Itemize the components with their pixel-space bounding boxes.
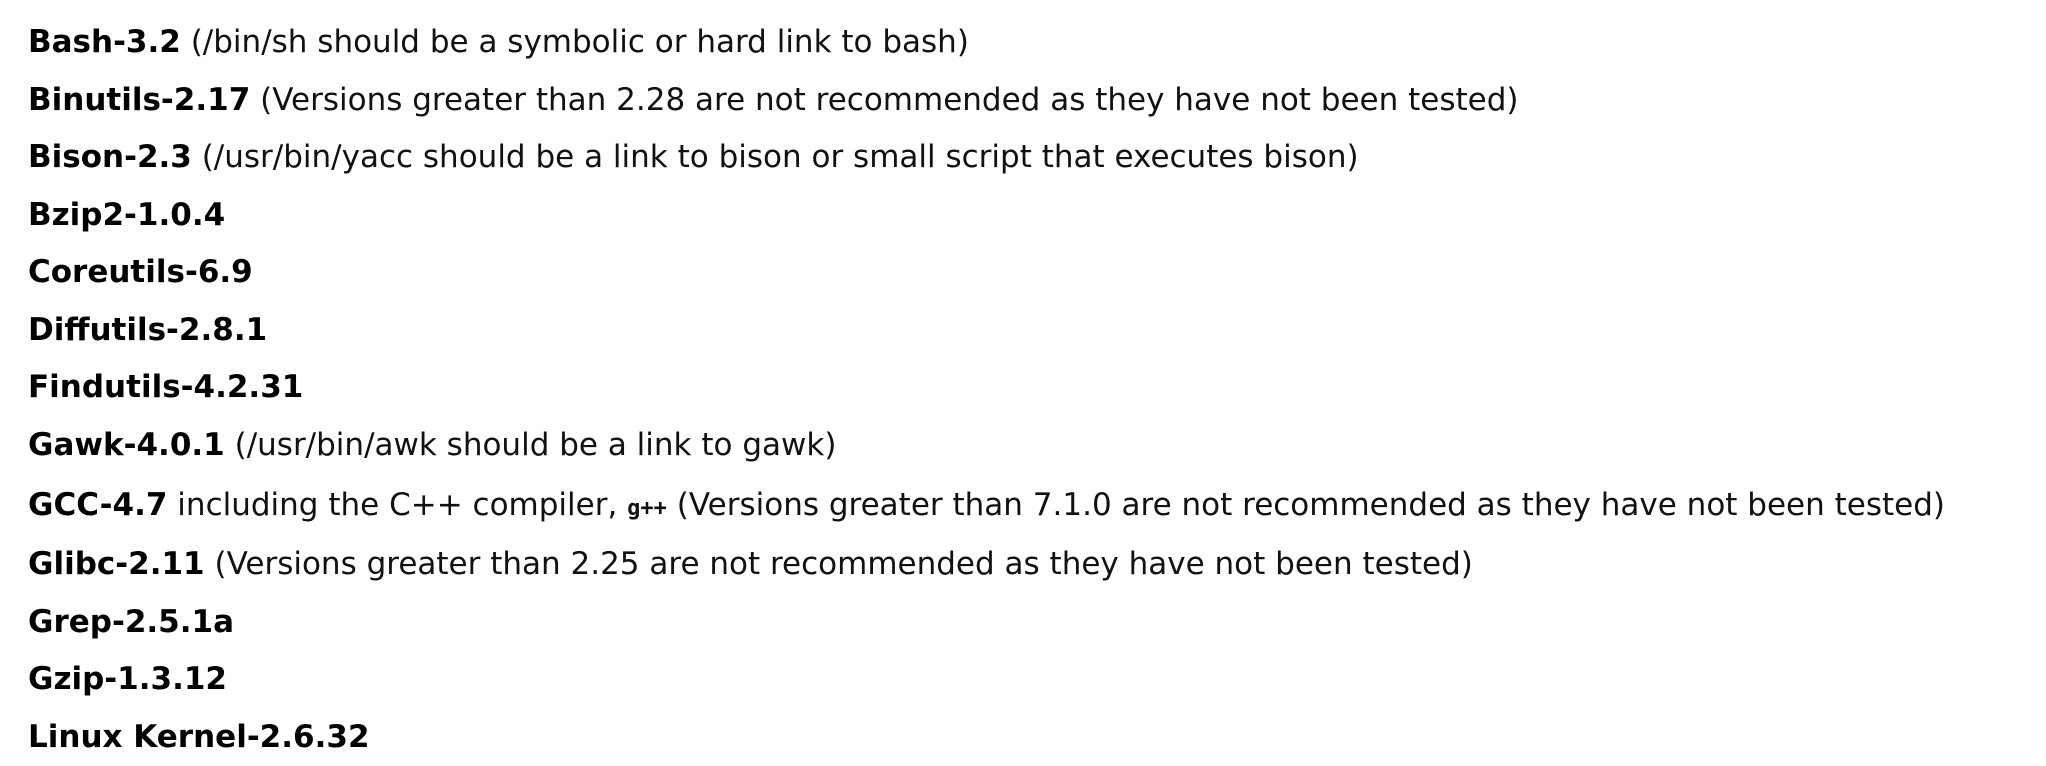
package-name: Findutils-4.2.31	[28, 369, 304, 405]
package-note: (Versions greater than 2.28 are not reco…	[250, 81, 1519, 118]
list-item-findutils: Findutils-4.2.31	[28, 359, 2028, 417]
list-item-grep: Grep-2.5.1a	[28, 594, 2028, 652]
list-item-gcc: GCC-4.7 including the C++ compiler, g++ …	[28, 474, 2028, 536]
package-name: Glibc-2.11	[28, 546, 205, 582]
package-name: Grep-2.5.1a	[28, 603, 234, 640]
list-item-bison: Bison-2.3 (/usr/bin/yacc should be a lin…	[28, 129, 2028, 187]
package-note: (/usr/bin/yacc should be a link to bison…	[191, 139, 1359, 175]
requirements-list: Bash-3.2 (/bin/sh should be a symbolic o…	[28, 14, 2028, 766]
package-note: (Versions greater than 7.1.0 are not rec…	[666, 487, 1945, 523]
list-item-bzip2: Bzip2-1.0.4	[28, 187, 2028, 245]
list-item-glibc: Glibc-2.11 (Versions greater than 2.25 a…	[28, 536, 2028, 594]
list-item-coreutils: Coreutils-6.9	[28, 244, 2028, 302]
package-name: Bash-3.2	[28, 24, 181, 60]
package-name: GCC-4.7	[28, 487, 168, 523]
list-item-bash: Bash-3.2 (/bin/sh should be a symbolic o…	[28, 14, 2028, 72]
inline-code: g++	[627, 496, 667, 521]
document-page: Bash-3.2 (/bin/sh should be a symbolic o…	[28, 14, 2028, 766]
list-item-binutils: Binutils-2.17 (Versions greater than 2.2…	[28, 72, 2028, 130]
list-item-gawk: Gawk-4.0.1 (/usr/bin/awk should be a lin…	[28, 417, 2028, 475]
package-name: Gzip-1.3.12	[28, 661, 228, 697]
package-name: Diffutils-2.8.1	[28, 311, 268, 348]
package-note: (Versions greater than 2.25 are not reco…	[204, 546, 1473, 582]
package-note: (/bin/sh should be a symbolic or hard li…	[180, 24, 969, 60]
package-name: Binutils-2.17	[28, 81, 251, 118]
package-name: Bison-2.3	[28, 139, 192, 175]
list-item-gzip: Gzip-1.3.12	[28, 651, 2028, 709]
package-name: Bzip2-1.0.4	[28, 196, 226, 233]
list-item-linux-kernel: Linux Kernel-2.6.32	[28, 709, 2028, 766]
package-name: Gawk-4.0.1	[28, 426, 225, 463]
package-note: including the C++ compiler,	[167, 487, 628, 523]
package-name: Coreutils-6.9	[28, 254, 253, 290]
package-name: Linux Kernel-2.6.32	[28, 718, 370, 755]
package-note: (/usr/bin/awk should be a link to gawk)	[224, 426, 837, 463]
list-item-diffutils: Diffutils-2.8.1	[28, 302, 2028, 360]
